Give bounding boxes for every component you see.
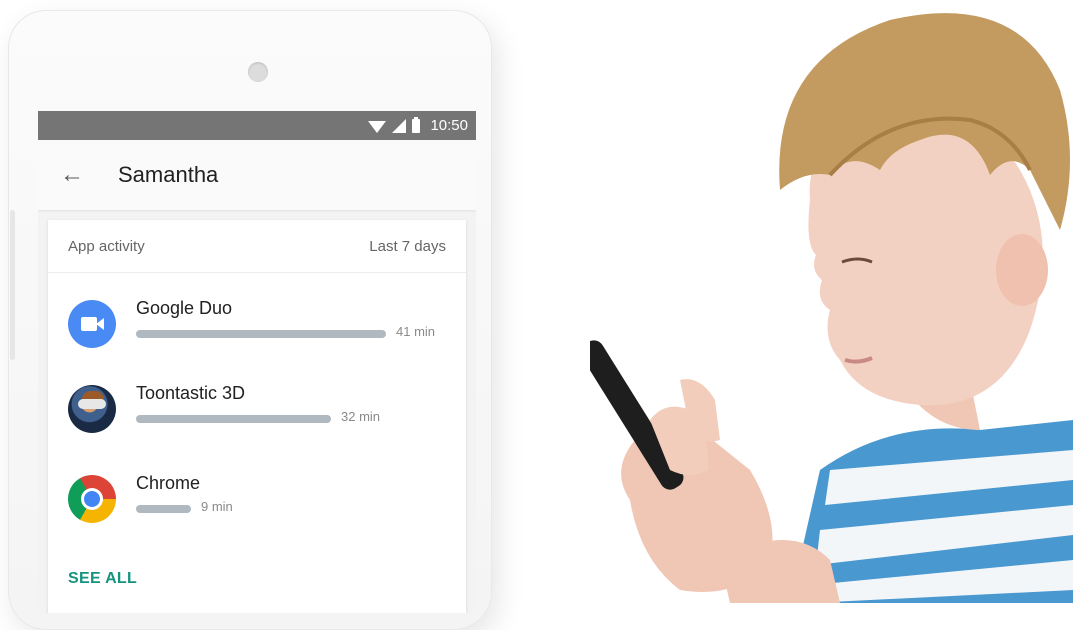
card-header: App activity Last 7 days: [48, 220, 466, 273]
google-duo-icon: [68, 300, 116, 348]
usage-time: 9 min: [201, 499, 233, 514]
page-title: Samantha: [118, 162, 219, 187]
usage-time: 32 min: [341, 409, 381, 424]
battery-icon: [412, 116, 421, 133]
app-name: Toontastic 3D: [136, 383, 246, 403]
usage-bar: [136, 330, 386, 338]
phone-side-button: [10, 210, 15, 360]
app-row-google-duo[interactable]: Google Duo 41 min: [48, 292, 466, 362]
card-header-title: App activity: [68, 237, 145, 255]
usage-time: 41 min: [396, 324, 436, 339]
app-name: Chrome: [136, 473, 201, 493]
app-bar: ← Samantha: [38, 140, 476, 210]
app-row-chrome[interactable]: Chrome 9 min: [48, 467, 466, 537]
chrome-icon: [68, 475, 116, 523]
phone-screen: 10:50 ← Samantha App activity Last 7 day…: [38, 111, 476, 613]
child-illustration: [590, 13, 1073, 603]
date-range-label[interactable]: Last 7 days: [369, 238, 446, 255]
status-bar: 10:50: [38, 111, 476, 140]
see-all-button[interactable]: SEE ALL: [68, 570, 137, 588]
app-activity-card: App activity Last 7 days Google Duo 41 m…: [48, 220, 466, 613]
phone-device: 10:50 ← Samantha App activity Last 7 day…: [8, 10, 492, 630]
usage-bar: [136, 505, 191, 513]
status-time: 10:50: [430, 117, 468, 134]
wifi-icon: [368, 120, 387, 133]
arrow-left-icon[interactable]: ←: [44, 161, 100, 189]
signal-icon: [392, 118, 407, 133]
app-name: Google Duo: [136, 298, 233, 318]
app-row-toontastic-3d[interactable]: Toontastic 3D 32 min: [48, 377, 466, 447]
usage-bar: [136, 415, 331, 423]
phone-front-camera: [248, 62, 268, 82]
toontastic-icon: [68, 385, 116, 433]
